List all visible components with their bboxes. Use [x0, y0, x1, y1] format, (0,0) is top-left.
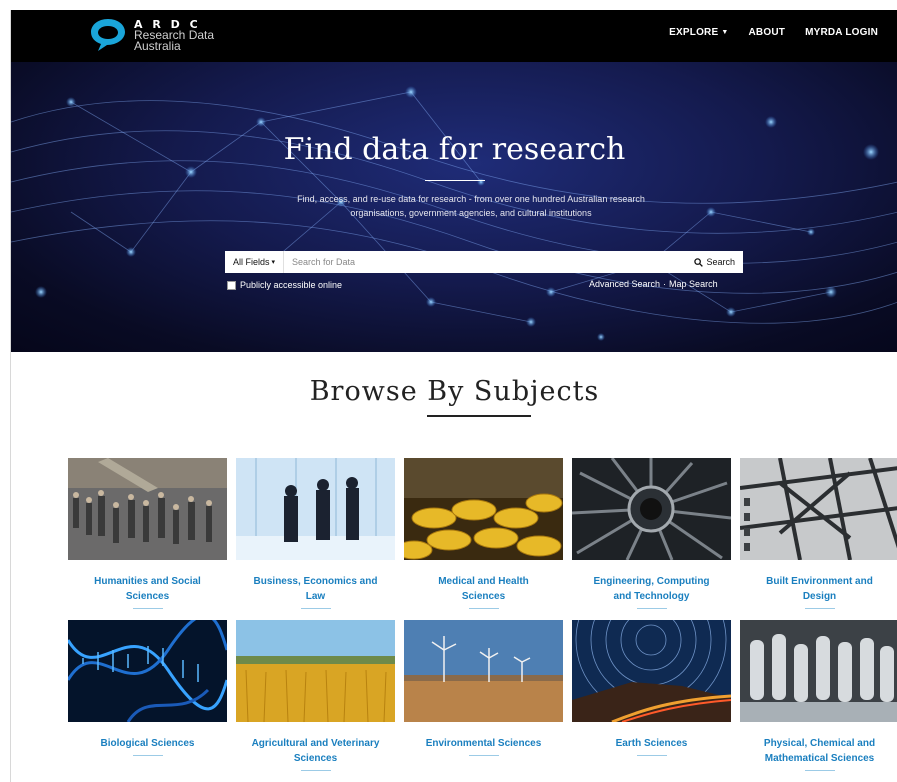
- tile-divider: [636, 755, 667, 756]
- subject-label: Law: [305, 591, 326, 602]
- subject-label: Sciences: [293, 753, 338, 764]
- subject-tile-medical[interactable]: Medical and Health Sciences: [395, 458, 563, 609]
- subject-label: Medical and Health: [438, 576, 529, 587]
- browse-title: Browse By Subjects: [309, 376, 600, 407]
- caret-down-icon: ▼: [721, 29, 729, 36]
- tile-divider: [468, 755, 499, 756]
- public-access-checkbox[interactable]: [227, 280, 236, 290]
- tile-divider: [300, 770, 331, 771]
- advanced-search-link[interactable]: Advanced Search: [589, 279, 660, 289]
- hero-banner: Find data for research Find, access, and…: [11, 62, 897, 352]
- search-button[interactable]: Search: [686, 251, 743, 273]
- search-fields-label: All Fields: [233, 257, 270, 267]
- hero-subtitle: Find, access, and re-use data for resear…: [297, 194, 645, 218]
- tile-divider: [300, 608, 331, 609]
- subject-tile-earth[interactable]: Earth Sciences: [572, 564, 732, 756]
- star-trails-road-image: [572, 564, 732, 724]
- map-search-link[interactable]: Map Search: [669, 279, 718, 289]
- subject-tile-biological[interactable]: Biological Sciences: [66, 613, 229, 756]
- brand-name-line2: Australia: [134, 38, 181, 53]
- laboratory-glassware-image: [740, 620, 897, 722]
- search-links: Advanced Search · Map Search: [589, 279, 718, 289]
- nav-explore-dropdown[interactable]: EXPLORE ▼: [669, 27, 728, 38]
- top-navbar: A R D C Research Data Australia EXPLORE …: [11, 10, 897, 62]
- wheat-field-image: [236, 620, 395, 723]
- hero-title: Find data for research: [283, 132, 626, 167]
- crowd-image: [68, 458, 227, 560]
- subject-tile-environmental[interactable]: Environmental Sciences: [404, 620, 563, 756]
- subject-tile-business[interactable]: Business, Economics and Law: [236, 458, 395, 609]
- rda-logo[interactable]: A R D C Research Data Australia: [89, 17, 214, 53]
- tile-divider: [636, 608, 667, 609]
- tile-divider: [132, 608, 163, 609]
- hero-divider: [425, 180, 485, 181]
- magnifier-icon: [694, 257, 704, 267]
- subject-label: Biological Sciences: [100, 738, 195, 749]
- subject-tile-physical[interactable]: Physical, Chemical and Mathematical Scien…: [740, 620, 897, 771]
- subject-label: Environmental Sciences: [425, 738, 542, 749]
- subject-label: Sciences: [461, 591, 506, 602]
- subject-label: Physical, Chemical and: [763, 738, 876, 749]
- subject-label: Sciences: [125, 591, 170, 602]
- caret-down-icon: ▾: [271, 259, 276, 266]
- search-button-label: Search: [706, 257, 735, 267]
- subject-label: Agricultural and Veterinary: [251, 738, 380, 749]
- subject-tile-agricultural[interactable]: Agricultural and Veterinary Sciences: [236, 620, 395, 771]
- subject-tile-humanities[interactable]: Humanities and Social Sciences: [68, 458, 227, 609]
- public-access-label: Publicly accessible online: [240, 280, 343, 290]
- subject-label: Earth Sciences: [615, 738, 688, 749]
- tile-divider: [132, 755, 163, 756]
- dna-helix-image: [66, 613, 229, 723]
- capsules-image: [395, 458, 563, 560]
- search-fields-dropdown[interactable]: All Fields ▾: [225, 251, 285, 273]
- subject-tile-engineering[interactable]: Engineering, Computing and Technology: [571, 457, 732, 609]
- nav-explore-label: EXPLORE: [669, 27, 719, 38]
- subject-label: Humanities and Social: [94, 576, 201, 587]
- speech-bubble-logo-icon: [91, 19, 125, 51]
- search-bar: All Fields ▾ Search: [225, 251, 743, 273]
- public-access-filter[interactable]: Publicly accessible online: [227, 280, 342, 290]
- nav-about-link[interactable]: ABOUT: [749, 27, 786, 38]
- business-handshake-image: [236, 458, 395, 560]
- tile-divider: [804, 770, 835, 771]
- nav-login-link[interactable]: MYRDA LOGIN: [805, 27, 878, 38]
- tile-divider: [468, 608, 499, 609]
- page: A R D C Research Data Australia EXPLORE …: [10, 10, 897, 782]
- turbine-engine-image: [571, 457, 732, 561]
- subject-label: Business, Economics and: [253, 576, 378, 587]
- subject-tile-built-environment[interactable]: Built Environment and Design: [739, 457, 897, 609]
- search-input[interactable]: [284, 251, 687, 273]
- tile-divider: [804, 608, 835, 609]
- browse-divider: [427, 415, 531, 417]
- subject-label: Design: [802, 591, 837, 602]
- subject-label: Mathematical Sciences: [764, 753, 875, 764]
- subject-label: Built Environment and: [766, 576, 873, 587]
- link-separator: ·: [663, 279, 667, 289]
- subject-label: and Technology: [613, 591, 690, 602]
- subject-label: Engineering, Computing: [593, 576, 710, 587]
- wind-farm-image: [404, 620, 563, 722]
- building-structure-image: [739, 457, 897, 561]
